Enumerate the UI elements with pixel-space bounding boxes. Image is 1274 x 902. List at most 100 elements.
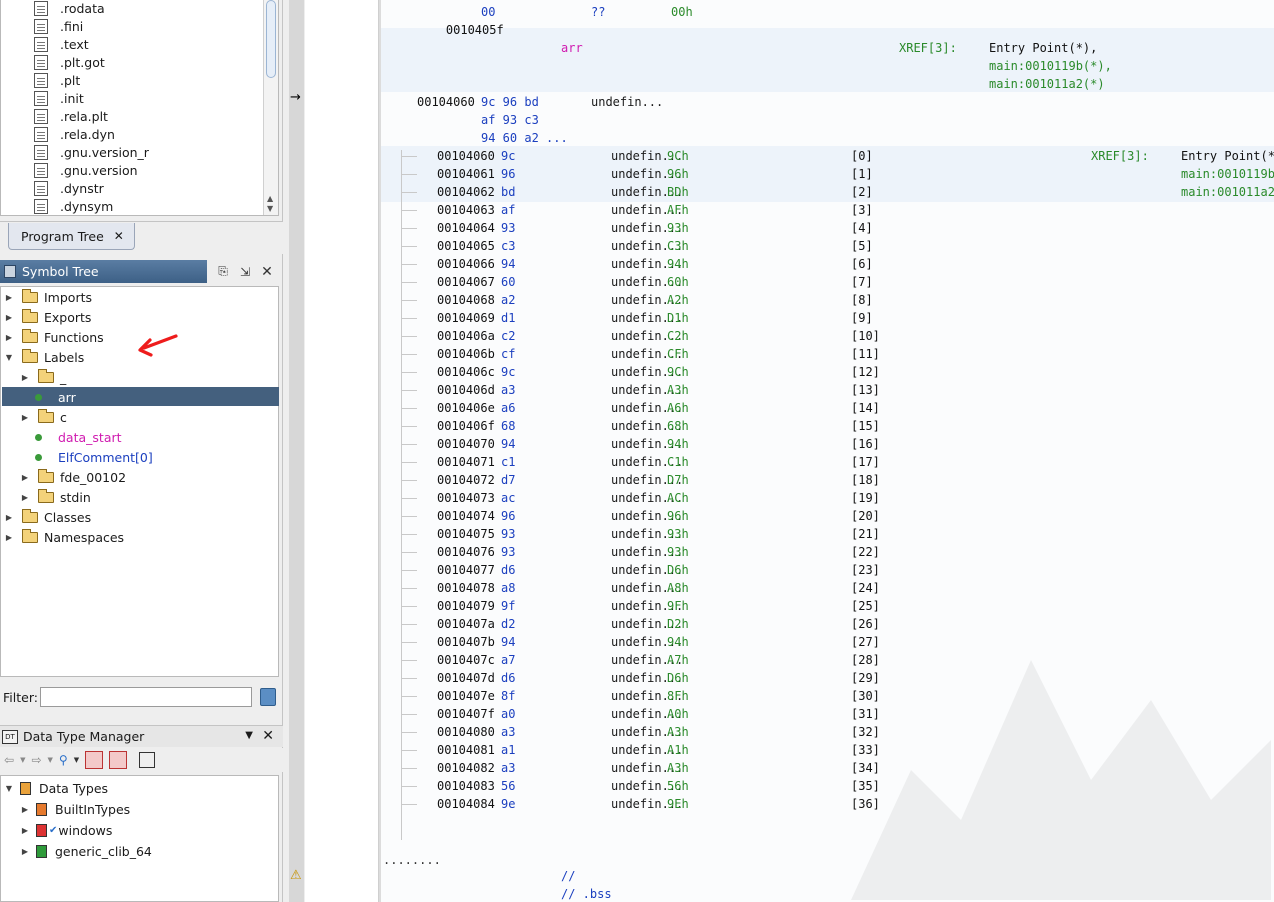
tree-node-c[interactable]: ▶ c [20,407,67,427]
program-tree-item[interactable]: .rela.plt [34,107,108,125]
scroll-thumb[interactable] [266,0,276,78]
back-arrow-icon[interactable]: ⇦ [4,753,14,767]
xref-label: XREF[3]: [899,41,957,55]
left-panel: .rodata .fini .text .plt.got .plt .init .rela.… [0,0,283,902]
document-icon [34,18,48,34]
tree-node-namespaces[interactable]: ▶ Namespaces [4,527,124,547]
row-bytes: a3 [501,383,516,397]
collapse-all-icon[interactable] [139,752,156,768]
program-tree-item[interactable]: .gnu.version [34,161,138,179]
tree-node-labels[interactable]: ▼ Labels [4,347,84,367]
program-tree-item[interactable]: .rela.dyn [34,125,115,143]
tree-node-windows[interactable]: ▶ ✔ windows [20,820,112,840]
expand-icon[interactable]: ▶ [20,826,30,835]
xref-entry[interactable]: Entry Point(*), [989,39,1097,57]
close-icon[interactable]: ✕ [259,264,275,280]
export-icon[interactable]: ⇲ [237,264,253,280]
row-bytes: 94 [501,437,516,451]
collapse-icon[interactable]: ▼ [4,353,14,362]
label-arr[interactable]: arr [561,39,583,57]
tree-node-imports[interactable]: ▶ Imports [4,287,92,307]
collapse-icon[interactable]: ▼ [4,784,14,793]
filter-options-icon[interactable] [260,688,276,706]
program-tree-item[interactable]: .fini [34,17,83,35]
program-tree-item[interactable]: .dynsym [34,197,113,215]
tree-node-exports[interactable]: ▶ Exports [4,307,91,327]
scroll-up-icon[interactable]: ▲ [267,194,273,203]
tree-node-stdin[interactable]: ▶ stdin [20,487,91,507]
row-bytes: d6 [501,563,516,577]
row-address: 00104080 [437,725,495,739]
tree-node-data-start[interactable]: data_start [35,427,122,447]
expand-icon[interactable]: ▶ [20,413,30,422]
vertical-scrollbar[interactable]: ▲ ▼ [263,0,278,215]
row-value: 96h [667,509,689,523]
tree-node-builtintypes[interactable]: ▶ BuiltInTypes [20,799,130,819]
row-index: [10] [851,329,880,343]
dropdown-icon[interactable]: ▼ [74,756,79,764]
tree-node-generic-clib[interactable]: ▶ generic_clib_64 [20,841,152,861]
tree-node-classes[interactable]: ▶ Classes [4,507,91,527]
row-address: 0010407b [437,635,495,649]
document-icon [34,108,48,124]
expand-icon[interactable]: ▶ [4,293,14,302]
row-value: A3h [667,761,689,775]
row-bytes: af [501,203,516,217]
dropdown-icon[interactable]: ▼ [48,756,53,764]
filter-pointers-icon[interactable] [109,751,128,769]
close-icon[interactable]: ✕ [114,229,124,243]
tree-node-underscore[interactable]: ▶ _ [20,367,66,387]
tree-node-arr[interactable]: arr [35,387,76,407]
program-tree-item[interactable]: .rodata [34,0,105,17]
tree-guide-tick [401,462,417,463]
row-bytes: 9c [501,365,516,379]
tree-guide-tick [401,588,417,589]
tree-node-data-types[interactable]: ▼ Data Types [4,778,108,798]
expand-icon[interactable]: ▶ [4,533,14,542]
xref-entry[interactable]: main:0010119b [1181,165,1274,183]
archive-icon[interactable]: ⚲ [59,753,68,767]
xref-entry[interactable]: main:0010119b(*), [989,57,1112,75]
expand-icon[interactable]: ▶ [4,333,14,342]
tree-guide-tick [401,678,417,679]
xref-entry[interactable]: Entry Point(* [1181,147,1274,165]
program-tree-item[interactable]: .plt.got [34,53,105,71]
row-bytes: bd [501,185,516,199]
expand-icon[interactable]: ▶ [20,473,30,482]
tab-program-tree[interactable]: Program Tree ✕ [8,223,135,250]
scroll-down-icon[interactable]: ▼ [267,204,273,213]
dropdown-icon[interactable]: ▼ [20,756,25,764]
expand-icon[interactable]: ▶ [4,513,14,522]
row-index: [19] [851,491,880,505]
listing-view[interactable]: 0010405f 00 ?? 00h arr XREF[3]: Entry Po… [381,0,1274,902]
menu-dropdown-icon[interactable]: ▼ [245,730,253,741]
program-tree-item[interactable]: .init [34,89,84,107]
create-namespace-icon[interactable]: ⎘ [215,264,231,280]
row-bytes: 93 [501,545,516,559]
expand-icon[interactable]: ▶ [20,805,30,814]
filter-arrays-icon[interactable] [85,751,104,769]
row-index: [24] [851,581,880,595]
program-tree-item[interactable]: .dynstr [34,179,104,197]
program-tree-item[interactable]: .gnu.version_r [34,143,149,161]
expand-icon[interactable]: ▶ [20,373,30,382]
document-icon [34,180,48,196]
expand-icon[interactable]: ▶ [4,313,14,322]
warning-icon[interactable]: ⚠ [290,868,302,883]
row-address: 00104079 [437,599,495,613]
xref-entry[interactable]: main:001011a2 [1181,183,1274,201]
program-tree-item[interactable]: .plt [34,71,80,89]
expand-icon[interactable]: ▶ [20,847,30,856]
tree-node-functions[interactable]: ▶ Functions [4,327,104,347]
filter-input[interactable] [40,687,252,707]
expand-icon[interactable]: ▶ [20,493,30,502]
program-tree-item[interactable]: .text [34,35,89,53]
folder-icon [38,468,54,483]
tree-node-fde[interactable]: ▶ fde_00102 [20,467,126,487]
xref-entry[interactable]: main:001011a2(*) [989,75,1105,93]
row-index: [12] [851,365,880,379]
tree-node-elfcomment[interactable]: ElfComment[0] [35,447,153,467]
row-index: [9] [851,311,873,325]
close-icon[interactable]: ✕ [262,728,274,744]
forward-arrow-icon[interactable]: ⇨ [31,753,41,767]
